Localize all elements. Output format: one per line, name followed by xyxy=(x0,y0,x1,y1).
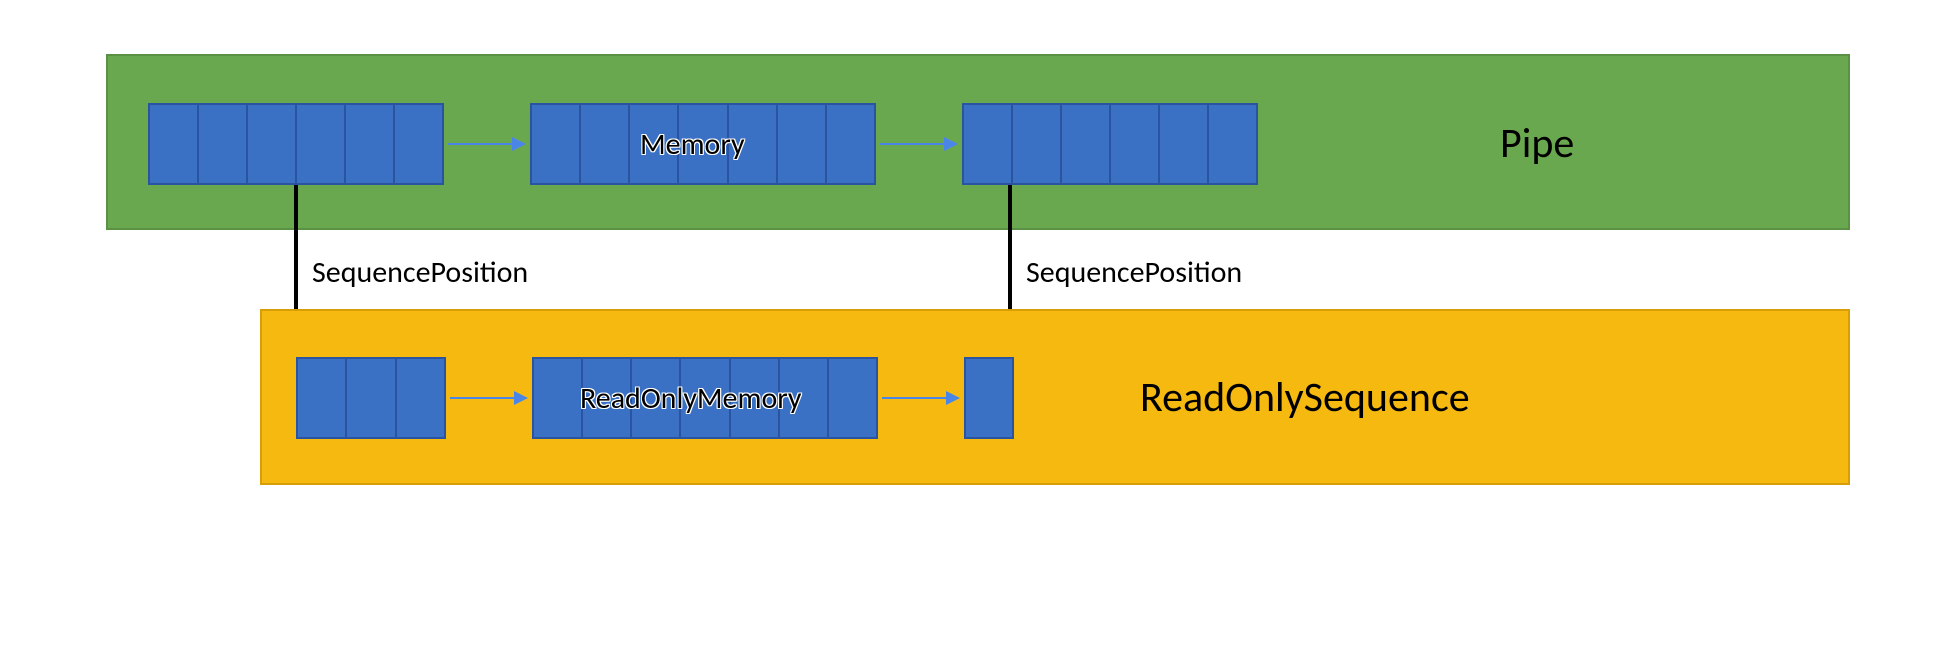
memory-cell xyxy=(150,105,197,183)
memory-cell xyxy=(344,105,393,183)
memory-cell xyxy=(534,359,581,437)
pipe-memory-block-3 xyxy=(962,103,1258,185)
memory-cell xyxy=(246,105,295,183)
memory-cell xyxy=(579,105,628,183)
readonlysequence-block-3 xyxy=(964,357,1014,439)
pipe-memory-block-1 xyxy=(148,103,444,185)
memory-cell xyxy=(827,359,876,437)
memory-cell xyxy=(778,359,827,437)
readonlysequence-title: ReadOnlySequence xyxy=(1140,372,1470,423)
sequence-position-label-right: SequencePosition xyxy=(1026,254,1242,291)
memory-cell xyxy=(966,359,1012,437)
memory-cell xyxy=(345,359,394,437)
memory-cell xyxy=(295,105,344,183)
memory-cell xyxy=(395,359,444,437)
memory-cell xyxy=(393,105,442,183)
memory-cell xyxy=(1060,105,1109,183)
memory-cell xyxy=(1207,105,1256,183)
memory-cell xyxy=(677,105,726,183)
memory-cell xyxy=(630,359,679,437)
memory-cell xyxy=(1011,105,1060,183)
memory-cell xyxy=(532,105,579,183)
memory-cell xyxy=(581,359,630,437)
pipe-title: Pipe xyxy=(1500,118,1574,169)
memory-cell xyxy=(729,359,778,437)
sequence-position-label-left: SequencePosition xyxy=(312,254,528,291)
memory-cell xyxy=(727,105,776,183)
readonlysequence-block-1 xyxy=(296,357,446,439)
memory-cell xyxy=(964,105,1011,183)
memory-cell xyxy=(628,105,677,183)
readonlysequence-block-2 xyxy=(532,357,878,439)
memory-cell xyxy=(298,359,345,437)
memory-cell xyxy=(776,105,825,183)
pipe-memory-block-2 xyxy=(530,103,876,185)
memory-cell xyxy=(1109,105,1158,183)
memory-cell xyxy=(679,359,728,437)
memory-cell xyxy=(197,105,246,183)
memory-cell xyxy=(1158,105,1207,183)
memory-cell xyxy=(825,105,874,183)
